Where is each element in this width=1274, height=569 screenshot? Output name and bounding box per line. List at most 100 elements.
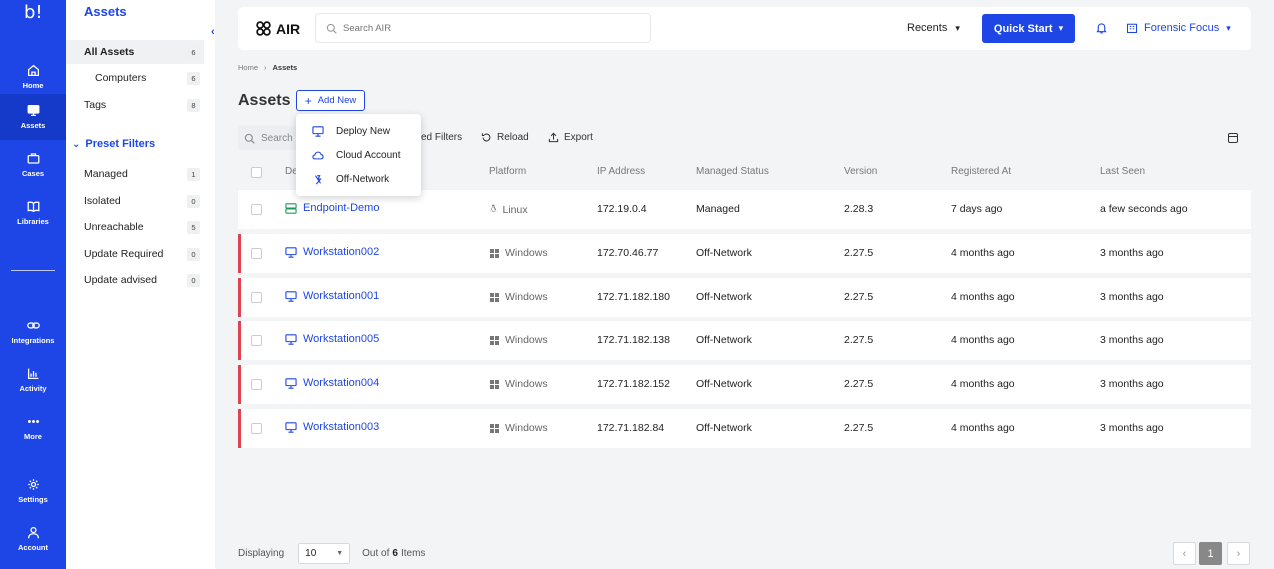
- asset-name-link[interactable]: Workstation005: [285, 333, 379, 345]
- preset-update-advised[interactable]: Update advised 0: [66, 268, 204, 292]
- platform-cell: 🐧︎ Linux: [490, 203, 528, 217]
- last-seen-cell: 3 months ago: [1100, 247, 1164, 259]
- book-icon: [27, 201, 39, 213]
- version-cell: 2.27.5: [844, 422, 874, 434]
- asset-name-link[interactable]: Workstation004: [285, 377, 379, 389]
- quick-start-button[interactable]: Quick Start ▾: [982, 14, 1075, 43]
- product-name: AIR: [276, 20, 301, 37]
- items-label: Items: [400, 548, 426, 559]
- status-cell: Off-Network: [696, 378, 752, 390]
- sidebar-item-tags[interactable]: Tags 8: [66, 93, 204, 117]
- column-header-last-seen[interactable]: Last Seen: [1100, 166, 1145, 177]
- column-header-registered[interactable]: Registered At: [951, 166, 1011, 177]
- count-badge: 8: [187, 98, 200, 112]
- select-all-checkbox[interactable]: [251, 167, 262, 178]
- preset-filters-toggle[interactable]: ⌄ Preset Filters: [72, 138, 155, 150]
- status-cell: Managed: [696, 203, 740, 215]
- chevron-right-icon: ›: [264, 63, 267, 72]
- row-checkbox[interactable]: [251, 379, 262, 390]
- table-row[interactable]: Workstation005 Windows 172.71.182.138 Of…: [238, 321, 1251, 360]
- search-input[interactable]: [343, 22, 623, 34]
- preset-unreachable[interactable]: Unreachable 5: [66, 215, 204, 239]
- export-button[interactable]: Export: [548, 132, 593, 143]
- asset-name: Workstation004: [303, 377, 380, 389]
- sidebar-item-computers[interactable]: Computers 6: [66, 66, 204, 90]
- asset-name: Workstation005: [303, 333, 380, 345]
- platform-label: Windows: [505, 291, 548, 303]
- table-row[interactable]: Workstation001 Windows 172.71.182.180 Of…: [238, 278, 1251, 317]
- quick-start-label: Quick Start: [993, 22, 1053, 35]
- add-new-label: Add New: [317, 95, 357, 106]
- prev-page-button[interactable]: ‹: [1173, 542, 1196, 565]
- column-header-platform[interactable]: Platform: [489, 166, 526, 177]
- menu-item-label: Deploy New: [336, 125, 390, 137]
- brand-logo[interactable]: b!: [24, 2, 43, 23]
- nav-label: Settings: [18, 495, 48, 504]
- global-search[interactable]: [315, 13, 651, 43]
- menu-item-deploy-new[interactable]: Deploy New: [296, 120, 421, 142]
- row-checkbox[interactable]: [251, 292, 262, 303]
- collapse-sidebar-button[interactable]: ‹: [211, 26, 215, 38]
- registered-cell: 4 months ago: [951, 291, 1015, 303]
- asset-name-link[interactable]: Workstation002: [285, 246, 379, 258]
- column-header-ip[interactable]: IP Address: [597, 166, 645, 177]
- last-seen-cell: 3 months ago: [1100, 422, 1164, 434]
- preset-update-required[interactable]: Update Required 0: [66, 242, 204, 266]
- total-count: 6: [392, 548, 398, 559]
- nav-integrations[interactable]: Integrations: [0, 309, 66, 355]
- last-seen-cell: 3 months ago: [1100, 378, 1164, 390]
- preset-managed[interactable]: Managed 1: [66, 162, 204, 186]
- add-new-button[interactable]: + Add New: [296, 90, 365, 111]
- recents-dropdown[interactable]: Recents ▾: [907, 22, 960, 34]
- bell-icon[interactable]: [1095, 21, 1108, 35]
- reload-button[interactable]: Reload: [481, 132, 529, 143]
- count-badge: 0: [187, 194, 200, 208]
- nav-cases[interactable]: Cases: [0, 142, 66, 188]
- page-size-select[interactable]: 10 ▼: [298, 543, 351, 564]
- next-page-button[interactable]: ›: [1227, 542, 1250, 565]
- nav-libraries[interactable]: Libraries: [0, 190, 66, 236]
- sidebar-item-all-assets[interactable]: All Assets 6: [66, 40, 204, 64]
- column-header-version[interactable]: Version: [844, 166, 877, 177]
- air-logo[interactable]: AIR: [255, 20, 300, 37]
- row-checkbox[interactable]: [251, 423, 262, 434]
- organization-selector[interactable]: Forensic Focus ▾: [1126, 22, 1231, 34]
- server-icon: [285, 202, 297, 214]
- advanced-filters-button[interactable]: ed Filters: [421, 132, 462, 143]
- registered-cell: 4 months ago: [951, 247, 1015, 259]
- row-checkbox[interactable]: [251, 248, 262, 259]
- ip-cell: 172.71.182.84: [597, 422, 665, 434]
- nav-account[interactable]: Account: [0, 516, 66, 562]
- preset-isolated[interactable]: Isolated 0: [66, 189, 204, 213]
- table-row[interactable]: Workstation003 Windows 172.71.182.84 Off…: [238, 409, 1251, 448]
- breadcrumb-home[interactable]: Home: [238, 63, 258, 72]
- menu-item-off-network[interactable]: Off-Network: [296, 168, 421, 190]
- menu-item-cloud-account[interactable]: Cloud Account: [296, 144, 421, 166]
- version-cell: 2.27.5: [844, 247, 874, 259]
- cloud-icon: [312, 151, 324, 159]
- sidebar-title: Assets: [84, 4, 127, 19]
- table-row[interactable]: Workstation002 Windows 172.70.46.77 Off-…: [238, 234, 1251, 273]
- displaying-label: Displaying: [238, 548, 285, 559]
- nav-settings[interactable]: Settings: [0, 468, 66, 514]
- version-cell: 2.27.5: [844, 334, 874, 346]
- nav-more[interactable]: More: [0, 405, 66, 451]
- columns-icon[interactable]: [1228, 133, 1238, 143]
- reload-label: Reload: [497, 132, 529, 143]
- windows-icon: [490, 292, 499, 302]
- row-checkbox[interactable]: [251, 335, 262, 346]
- nav-assets[interactable]: Assets: [0, 94, 66, 140]
- column-header-status[interactable]: Managed Status: [696, 166, 769, 177]
- row-checkbox[interactable]: [251, 204, 262, 215]
- count-badge: 6: [187, 71, 200, 85]
- asset-name-link[interactable]: Workstation001: [285, 290, 379, 302]
- nav-activity[interactable]: Activity: [0, 357, 66, 403]
- asset-name-link[interactable]: Workstation003: [285, 421, 379, 433]
- ip-cell: 172.19.0.4: [597, 203, 647, 215]
- monitor-icon: [285, 333, 297, 345]
- page-1-button[interactable]: 1: [1199, 542, 1222, 565]
- windows-icon: [490, 335, 499, 345]
- table-row[interactable]: Workstation004 Windows 172.71.182.152 Of…: [238, 365, 1251, 404]
- asset-name-link[interactable]: Endpoint-Demo: [285, 202, 379, 214]
- preset-label: Update advised: [84, 274, 157, 286]
